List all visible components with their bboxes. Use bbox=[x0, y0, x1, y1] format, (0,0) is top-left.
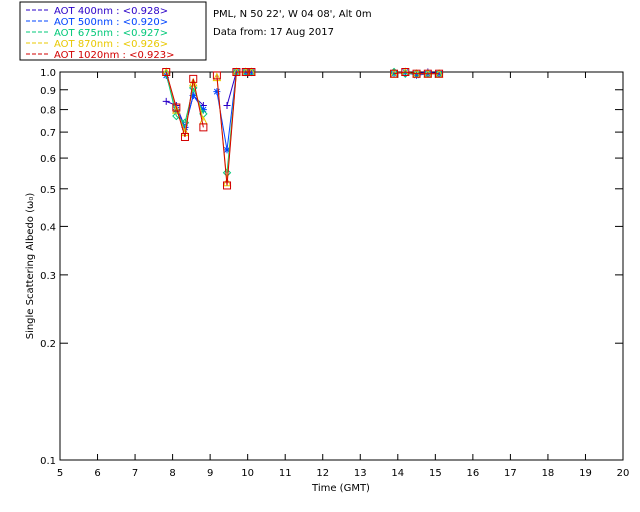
legend-label: AOT 400nm : <0.928> bbox=[54, 6, 168, 17]
x-tick-label: 18 bbox=[542, 468, 555, 479]
series-layer bbox=[161, 67, 444, 190]
y-tick-label: 0.7 bbox=[40, 128, 56, 139]
y-tick-label: 0.9 bbox=[40, 86, 56, 97]
chart-title: PML, N 50 22', W 04 08', Alt 0m bbox=[213, 9, 372, 20]
legend-label: AOT 500nm : <0.920> bbox=[54, 17, 168, 28]
y-tick-label: 0.6 bbox=[40, 154, 56, 165]
data-point bbox=[162, 97, 170, 105]
x-tick-label: 8 bbox=[169, 468, 175, 479]
x-tick-label: 9 bbox=[207, 468, 213, 479]
x-tick-label: 17 bbox=[504, 468, 517, 479]
legend: AOT 400nm : <0.928>AOT 500nm : <0.920>AO… bbox=[19, 1, 207, 61]
series bbox=[161, 67, 444, 187]
data-point bbox=[223, 101, 231, 109]
y-axis: 0.1 0.2 0.3 0.4 0.5 0.6 0.7 0.8 0.9 1.0 bbox=[40, 68, 623, 467]
y-tick-label: 0.2 bbox=[40, 339, 56, 350]
chart-subtitle: Data from: 17 Aug 2017 bbox=[213, 27, 334, 38]
x-tick-label: 5 bbox=[57, 468, 63, 479]
y-tick-label: 1.0 bbox=[40, 68, 56, 79]
series-line bbox=[216, 91, 228, 150]
legend-label: AOT 1020nm : <0.923> bbox=[54, 50, 174, 61]
series bbox=[162, 67, 444, 177]
x-tick-label: 7 bbox=[132, 468, 138, 479]
y-tick-label: 0.3 bbox=[40, 271, 56, 282]
y-axis-label: Single Scattering Albedo (ω₀) bbox=[25, 193, 36, 340]
x-tick-label: 12 bbox=[316, 468, 329, 479]
plot-area bbox=[59, 71, 624, 461]
x-tick-label: 16 bbox=[466, 468, 479, 479]
series bbox=[162, 68, 443, 131]
x-tick-label: 20 bbox=[617, 468, 630, 479]
x-axis: 5 6 7 8 9 10 11 12 13 14 15 16 17 18 19 20 bbox=[57, 72, 630, 479]
x-axis-label: Time (GMT) bbox=[311, 483, 370, 494]
series-line bbox=[216, 75, 228, 186]
y-tick-label: 0.8 bbox=[40, 106, 56, 117]
legend-label: AOT 870nm : <0.926> bbox=[54, 39, 168, 50]
series-line bbox=[184, 78, 194, 138]
x-tick-label: 11 bbox=[279, 468, 292, 479]
x-tick-label: 14 bbox=[391, 468, 404, 479]
series bbox=[162, 68, 444, 190]
y-tick-label: 0.5 bbox=[40, 185, 56, 196]
legend-label: AOT 675nm : <0.927> bbox=[54, 28, 168, 39]
x-tick-label: 15 bbox=[429, 468, 442, 479]
x-tick-label: 10 bbox=[241, 468, 254, 479]
series-line bbox=[192, 78, 204, 128]
chart: AOT 400nm : <0.928>AOT 500nm : <0.920>AO… bbox=[19, 1, 630, 494]
data-point bbox=[213, 88, 221, 96]
x-tick-label: 13 bbox=[354, 468, 367, 479]
y-tick-label: 0.4 bbox=[40, 222, 56, 233]
series bbox=[162, 68, 443, 154]
x-tick-label: 19 bbox=[579, 468, 592, 479]
y-tick-label: 0.1 bbox=[40, 456, 56, 467]
x-tick-label: 6 bbox=[94, 468, 100, 479]
